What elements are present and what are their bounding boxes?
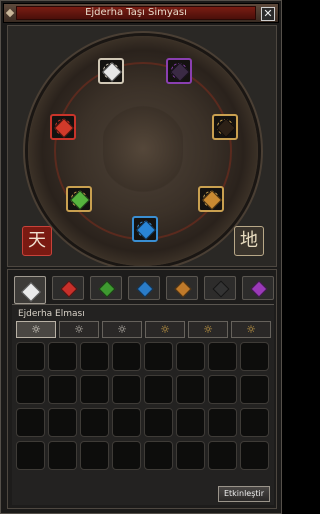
- inventory-slot[interactable]: [240, 441, 269, 470]
- inventory-slot[interactable]: [48, 408, 77, 437]
- tab-sapphire[interactable]: [128, 276, 160, 300]
- altar-slot-sapphire[interactable]: [132, 216, 158, 242]
- altar-slot-amber[interactable]: [198, 186, 224, 212]
- inventory-slot[interactable]: [48, 375, 77, 404]
- tab-amethyst[interactable]: [242, 276, 274, 300]
- inventory-slot[interactable]: [240, 342, 269, 371]
- tab-amber[interactable]: [166, 276, 198, 300]
- inventory-slot[interactable]: [112, 441, 141, 470]
- gem-selection-panel: Ejderha Elması ☼ ☼ ☼ ☼ ☼ ☼ Etkinleştir: [7, 269, 277, 509]
- jade-gem-icon: [98, 280, 116, 298]
- inventory-slot[interactable]: [144, 342, 173, 371]
- inventory-slot[interactable]: [80, 441, 109, 470]
- inventory-slot[interactable]: [112, 342, 141, 371]
- grade-option-4[interactable]: ☼: [145, 321, 185, 338]
- alchemy-altar-panel: 天 地: [7, 25, 277, 267]
- inventory-slot[interactable]: [176, 375, 205, 404]
- gem-type-tabs: [12, 276, 274, 304]
- dragon-emblem-icon: [103, 104, 183, 194]
- inventory-slot[interactable]: [240, 375, 269, 404]
- inventory-slot[interactable]: [48, 342, 77, 371]
- inventory-slot[interactable]: [16, 441, 45, 470]
- altar-slot-garnet[interactable]: [212, 114, 238, 140]
- inventory-slot[interactable]: [16, 375, 45, 404]
- amber-gem-icon: [174, 280, 192, 298]
- activate-button[interactable]: Etkinleştir: [218, 486, 270, 502]
- inventory-slot[interactable]: [240, 408, 269, 437]
- dragon-diamond-section: Ejderha Elması ☼ ☼ ☼ ☼ ☼ ☼ Etkinleştir: [12, 304, 274, 505]
- ruby-gem-icon: [60, 280, 78, 298]
- inventory-slot[interactable]: [16, 408, 45, 437]
- grade-option-2[interactable]: ☼: [59, 321, 99, 338]
- tab-onyx[interactable]: [204, 276, 236, 300]
- inventory-slot[interactable]: [208, 441, 237, 470]
- altar-slot-diamond[interactable]: [98, 58, 124, 84]
- inventory-slot[interactable]: [176, 408, 205, 437]
- window-title: Ejderha Taşı Simyası: [16, 6, 256, 20]
- earth-seal-icon[interactable]: 地: [234, 226, 264, 256]
- tab-diamond[interactable]: [14, 276, 46, 304]
- grade-option-5[interactable]: ☼: [188, 321, 228, 338]
- heaven-seal-icon[interactable]: 天: [22, 226, 52, 256]
- inventory-slot[interactable]: [208, 342, 237, 371]
- inventory-slot[interactable]: [80, 342, 109, 371]
- tab-jade[interactable]: [90, 276, 122, 300]
- onyx-gem-icon: [212, 280, 230, 298]
- title-bar[interactable]: Ejderha Taşı Simyası ✕: [3, 3, 279, 23]
- inventory-slot[interactable]: [112, 375, 141, 404]
- grade-options: ☼ ☼ ☼ ☼ ☼ ☼: [16, 321, 271, 339]
- diamond-gem-icon: [21, 282, 41, 302]
- sapphire-gem-icon: [136, 280, 154, 298]
- amethyst-gem-icon: [250, 280, 268, 298]
- altar-slot-ruby[interactable]: [50, 114, 76, 140]
- inventory-slot[interactable]: [176, 342, 205, 371]
- inventory-slot[interactable]: [48, 441, 77, 470]
- title-ornament-icon: [5, 8, 15, 18]
- inventory-slot[interactable]: [144, 375, 173, 404]
- inventory-slot[interactable]: [112, 408, 141, 437]
- inventory-slot[interactable]: [80, 408, 109, 437]
- altar-slot-onyx[interactable]: [166, 58, 192, 84]
- altar-slot-jade[interactable]: [66, 186, 92, 212]
- inventory-slot[interactable]: [176, 441, 205, 470]
- section-title: Ejderha Elması: [18, 309, 85, 319]
- inventory-grid: [16, 342, 272, 474]
- inventory-slot[interactable]: [208, 375, 237, 404]
- inventory-slot[interactable]: [208, 408, 237, 437]
- grade-option-1[interactable]: ☼: [16, 321, 56, 338]
- tab-ruby[interactable]: [52, 276, 84, 300]
- inventory-slot[interactable]: [80, 375, 109, 404]
- inventory-slot[interactable]: [16, 342, 45, 371]
- grade-option-6[interactable]: ☼: [231, 321, 271, 338]
- inventory-slot[interactable]: [144, 441, 173, 470]
- dragon-stone-alchemy-window: Ejderha Taşı Simyası ✕ 天 地 Ejderha Elmas…: [0, 0, 282, 514]
- grade-option-3[interactable]: ☼: [102, 321, 142, 338]
- close-button[interactable]: ✕: [261, 7, 275, 21]
- inventory-slot[interactable]: [144, 408, 173, 437]
